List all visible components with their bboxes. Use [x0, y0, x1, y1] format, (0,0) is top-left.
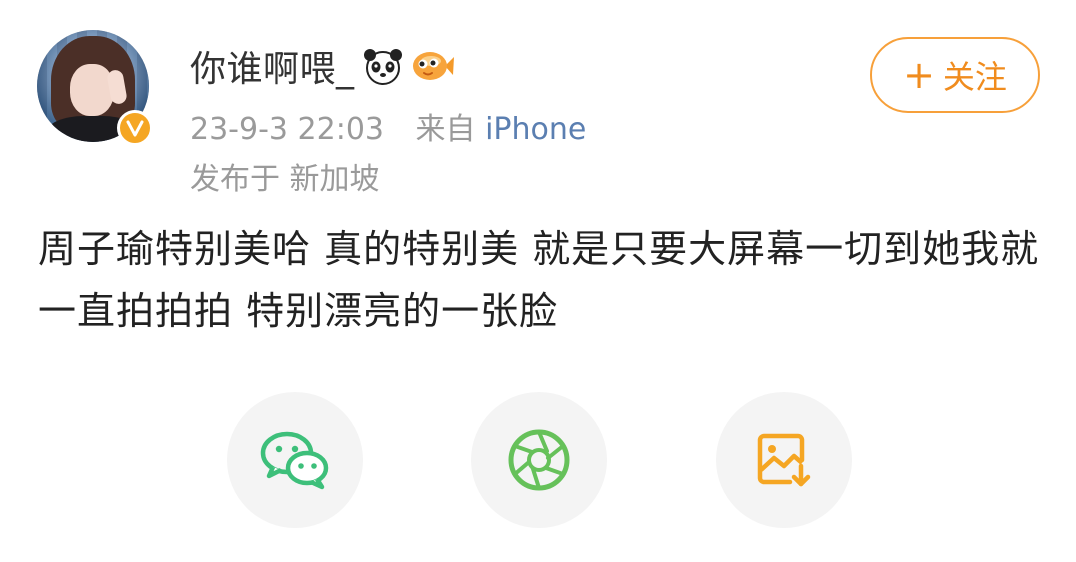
post-text: 周子瑜特别美哈 真的特别美 就是只要大屏幕一切到她我就一直拍拍拍 特别漂亮的一张… [38, 227, 1040, 333]
source-link[interactable]: iPhone [485, 112, 586, 147]
avatar-face [70, 64, 114, 116]
moments-icon [508, 429, 570, 491]
post-timestamp: 23-9-3 22:03 [190, 112, 384, 147]
save-image-button[interactable] [716, 392, 852, 528]
panda-icon [363, 49, 402, 85]
share-moments-button[interactable] [471, 392, 607, 528]
username-row: 你谁啊喂_ [190, 44, 455, 90]
post-location: 发布于 新加坡 [190, 162, 380, 197]
username[interactable]: 你谁啊喂_ [190, 40, 355, 92]
post-meta: 23-9-3 22:03 来自 iPhone [190, 104, 586, 148]
fish-icon [412, 52, 454, 80]
source-prefix: 来自 [415, 112, 476, 147]
follow-button[interactable]: + 关注 [870, 37, 1040, 113]
share-wechat-button[interactable] [227, 392, 363, 528]
wechat-icon [260, 431, 329, 490]
plus-icon: + [903, 53, 935, 97]
save-image-icon [757, 433, 811, 487]
verified-badge-icon [117, 110, 153, 146]
follow-label: 关注 [942, 58, 1007, 96]
